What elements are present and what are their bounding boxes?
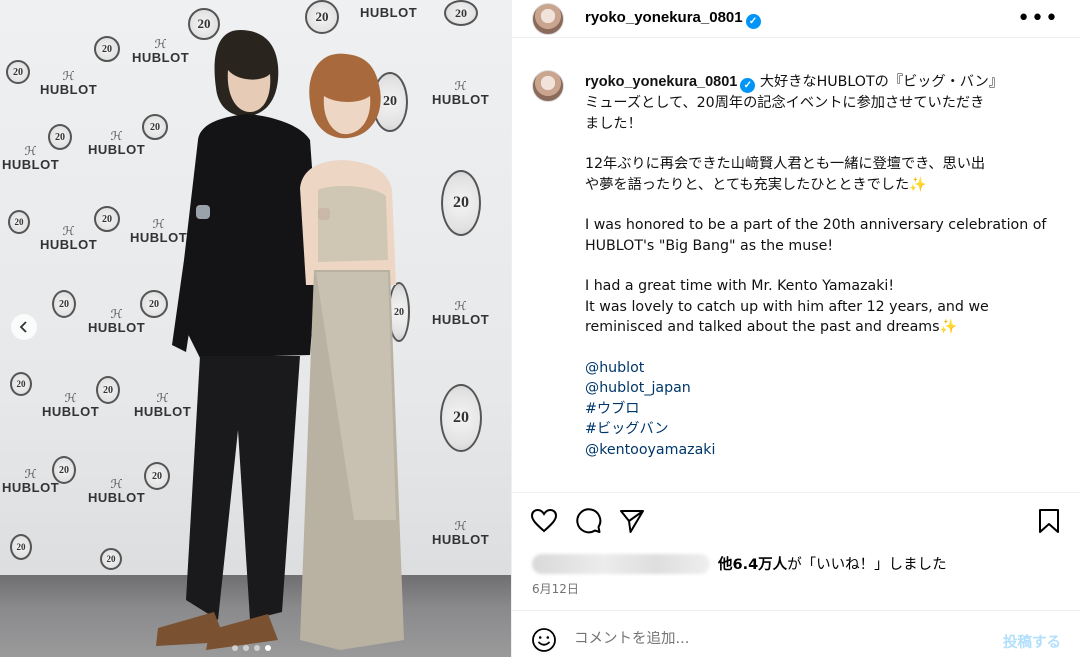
- more-options-icon[interactable]: •••: [1017, 6, 1059, 31]
- bookmark-icon[interactable]: [1035, 507, 1063, 535]
- action-bar: [512, 492, 1080, 548]
- liker-avatars: [532, 553, 710, 574]
- caption-line: 12年ぶりに再会できた山﨑賢人君とも一緒に登壇でき、思い出: [585, 156, 986, 172]
- carousel-dot[interactable]: [232, 645, 238, 651]
- people-illustration: [156, 30, 404, 650]
- mention-link[interactable]: @hublot_japan: [585, 378, 1060, 399]
- mention-link[interactable]: @kentooyamazaki: [585, 440, 1060, 461]
- heart-icon[interactable]: [530, 507, 558, 535]
- carousel-dot[interactable]: [243, 645, 249, 651]
- caption-line: HUBLOT's "Big Bang" as the muse!: [585, 237, 834, 254]
- caption-username[interactable]: ryoko_yonekura_0801 ✓: [585, 74, 756, 93]
- emoji-icon[interactable]: [531, 627, 557, 653]
- avatar[interactable]: [532, 3, 564, 35]
- caption-line: や夢を語ったりと、とても充実したひとときでした✨: [585, 176, 927, 193]
- chevron-left-icon: [19, 321, 27, 333]
- carousel-prev-button[interactable]: [11, 314, 37, 340]
- caption-line: I had a great time with Mr. Kento Yamaza…: [585, 278, 895, 294]
- caption-line: reminisced and talked about the past and…: [585, 319, 958, 335]
- caption-line: It was lovely to catch up with him after…: [585, 298, 989, 315]
- caption-text: ryoko_yonekura_0801 ✓ 大好きなHUBLOTの『ビッグ・バン』…: [585, 72, 1060, 460]
- carousel-dots: [232, 645, 271, 651]
- post-header: ryoko_yonekura_0801 ✓ •••: [512, 0, 1080, 38]
- carousel-dot[interactable]: [254, 645, 260, 651]
- post-side-panel: ryoko_yonekura_0801 ✓ ••• ryoko_yonekura_…: [511, 0, 1080, 657]
- likes-count[interactable]: 他6.4万人が「いいね！」しました: [718, 553, 947, 574]
- caption-line: ミューズとして、20周年の記念イベントに参加させていただき: [585, 95, 985, 111]
- caption: ryoko_yonekura_0801 ✓ 大好きなHUBLOTの『ビッグ・バン』…: [532, 66, 1062, 492]
- verified-badge-icon: ✓: [745, 14, 761, 29]
- post-comment-button[interactable]: 投稿する: [1003, 631, 1061, 652]
- hashtag-link[interactable]: #ウブロ: [585, 399, 1060, 420]
- instagram-post: ℋ HUBLOT HUBLOT ℋ HUBLOT ℋ HUBLOT ℋ HUBLOT ℋ…: [0, 0, 1080, 657]
- comment-input[interactable]: [574, 631, 974, 647]
- share-icon[interactable]: [618, 507, 646, 535]
- caption-line: I was honored to be a part of the 20th a…: [585, 217, 1047, 233]
- post-photo[interactable]: ℋ HUBLOT HUBLOT ℋ HUBLOT ℋ HUBLOT ℋ HUBLOT ℋ…: [0, 0, 511, 657]
- post-date[interactable]: 6月12日: [532, 580, 579, 597]
- comment-bar: 投稿する: [512, 610, 1080, 657]
- verified-badge-icon: ✓: [740, 78, 756, 93]
- mention-link[interactable]: @hublot: [585, 358, 1060, 379]
- caption-line: ました！: [585, 115, 642, 132]
- hashtag-link[interactable]: #ビッグバン: [585, 419, 1060, 440]
- comment-icon[interactable]: [574, 507, 602, 535]
- caption-line: 大好きなHUBLOTの『ビッグ・バン』: [759, 74, 1004, 90]
- caption-avatar[interactable]: [532, 70, 564, 102]
- carousel-dot-active[interactable]: [265, 645, 271, 651]
- username-link[interactable]: ryoko_yonekura_0801 ✓: [585, 9, 761, 29]
- likes-summary[interactable]: 他6.4万人が「いいね！」しました: [532, 553, 947, 574]
